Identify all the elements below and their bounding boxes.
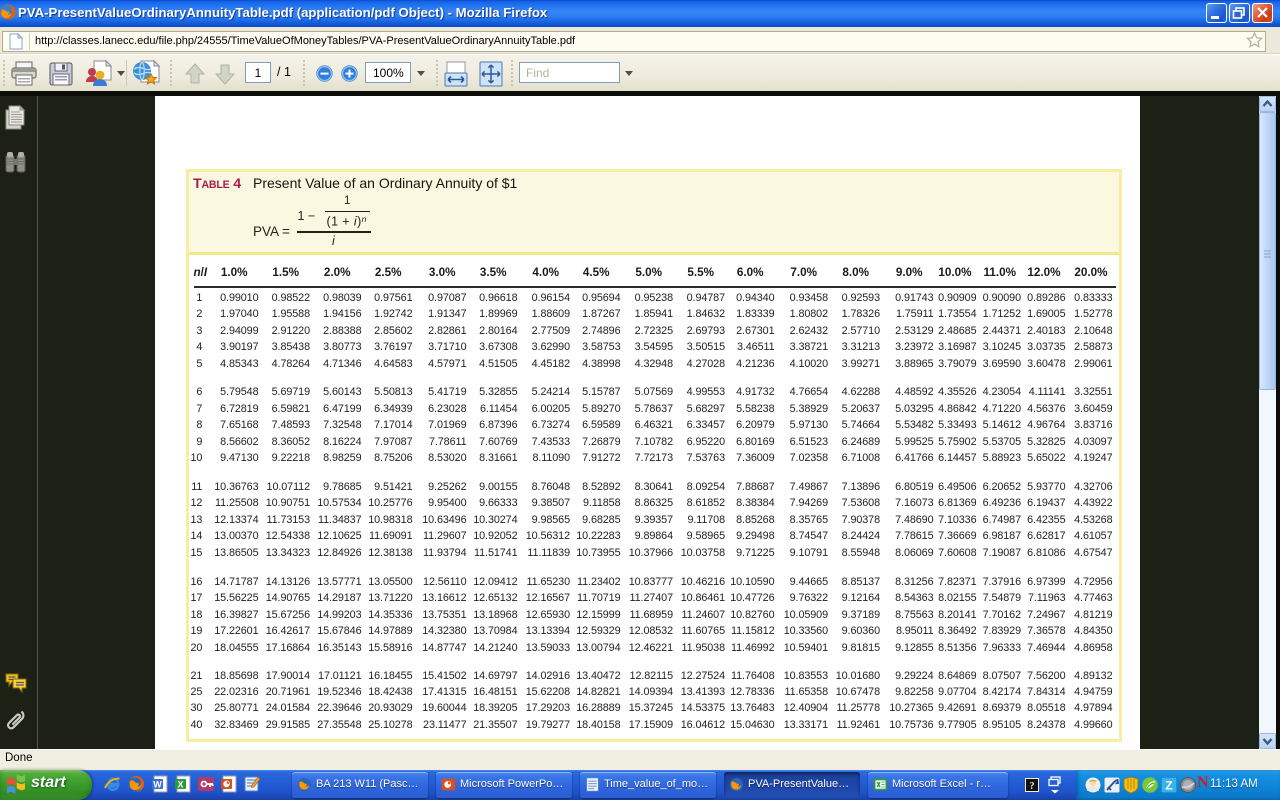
svg-text:W: W bbox=[153, 780, 162, 790]
svg-text:X: X bbox=[177, 780, 183, 790]
svg-text:Z: Z bbox=[1165, 779, 1172, 793]
svg-text:?: ? bbox=[1030, 781, 1035, 792]
